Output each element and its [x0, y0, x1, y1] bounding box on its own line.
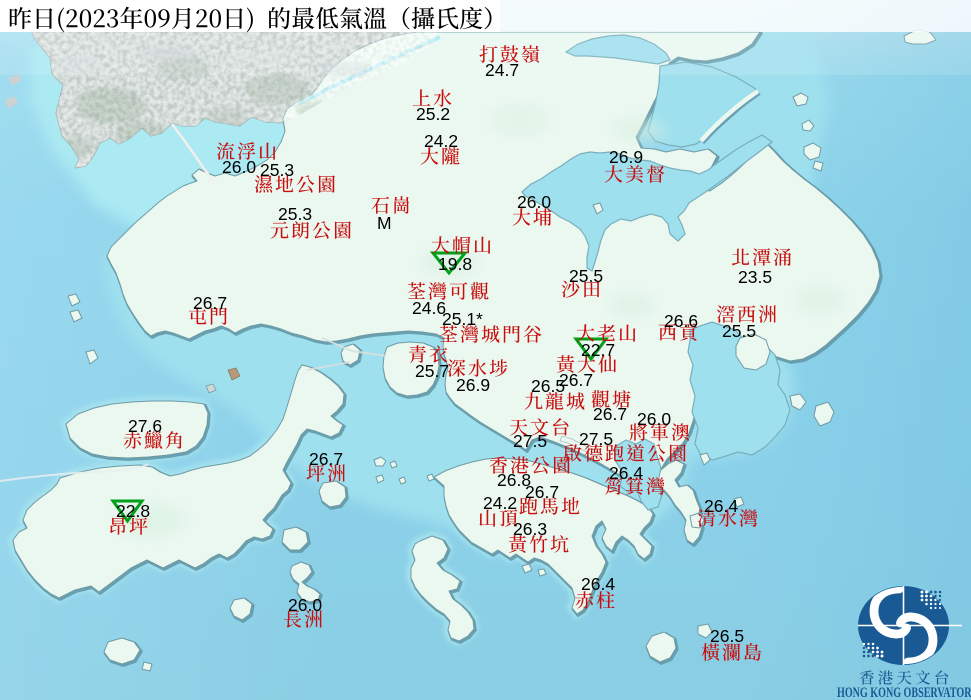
- svg-text:26.6: 26.6: [664, 311, 698, 331]
- svg-text:26.7: 26.7: [309, 449, 343, 469]
- svg-text:24.6: 24.6: [412, 298, 446, 318]
- svg-text:26.0: 26.0: [637, 409, 671, 429]
- svg-text:25.2: 25.2: [416, 104, 450, 124]
- svg-text:25.5: 25.5: [569, 266, 603, 286]
- svg-text:26.4: 26.4: [581, 574, 615, 594]
- svg-text:26.0: 26.0: [517, 192, 551, 212]
- svg-text:19.8: 19.8: [438, 254, 472, 274]
- svg-text:26.4: 26.4: [704, 496, 738, 516]
- svg-text:24.2: 24.2: [424, 131, 458, 151]
- svg-text:27.5: 27.5: [513, 431, 547, 451]
- svg-text:26.7: 26.7: [593, 404, 627, 424]
- svg-text:24.7: 24.7: [485, 60, 519, 80]
- svg-text:23.5: 23.5: [738, 267, 772, 287]
- svg-text:24.2: 24.2: [483, 493, 517, 513]
- svg-text:25.3: 25.3: [278, 204, 312, 224]
- svg-text:22.8: 22.8: [116, 501, 150, 521]
- svg-text:27.5: 27.5: [579, 429, 613, 449]
- svg-text:22.7: 22.7: [581, 340, 615, 360]
- svg-text:26.4: 26.4: [609, 463, 643, 483]
- svg-text:M: M: [377, 213, 392, 233]
- svg-text:HONG KONG OBSERVATORY: HONG KONG OBSERVATORY: [837, 684, 971, 700]
- svg-text:25.1*: 25.1*: [442, 309, 483, 329]
- svg-text:26.0: 26.0: [222, 157, 256, 177]
- svg-text:26.9: 26.9: [456, 375, 490, 395]
- svg-text:26.3: 26.3: [513, 519, 547, 539]
- svg-text:26.5: 26.5: [710, 626, 744, 646]
- svg-text:26.5: 26.5: [531, 376, 565, 396]
- svg-text:25.7: 25.7: [415, 361, 449, 381]
- svg-text:26.7: 26.7: [193, 293, 227, 313]
- svg-text:26.0: 26.0: [288, 595, 322, 615]
- svg-text:26.9: 26.9: [609, 147, 643, 167]
- svg-text:27.6: 27.6: [128, 416, 162, 436]
- svg-text:26.7: 26.7: [525, 482, 559, 502]
- svg-text:25.5: 25.5: [722, 321, 756, 341]
- svg-text:25.3: 25.3: [260, 160, 294, 180]
